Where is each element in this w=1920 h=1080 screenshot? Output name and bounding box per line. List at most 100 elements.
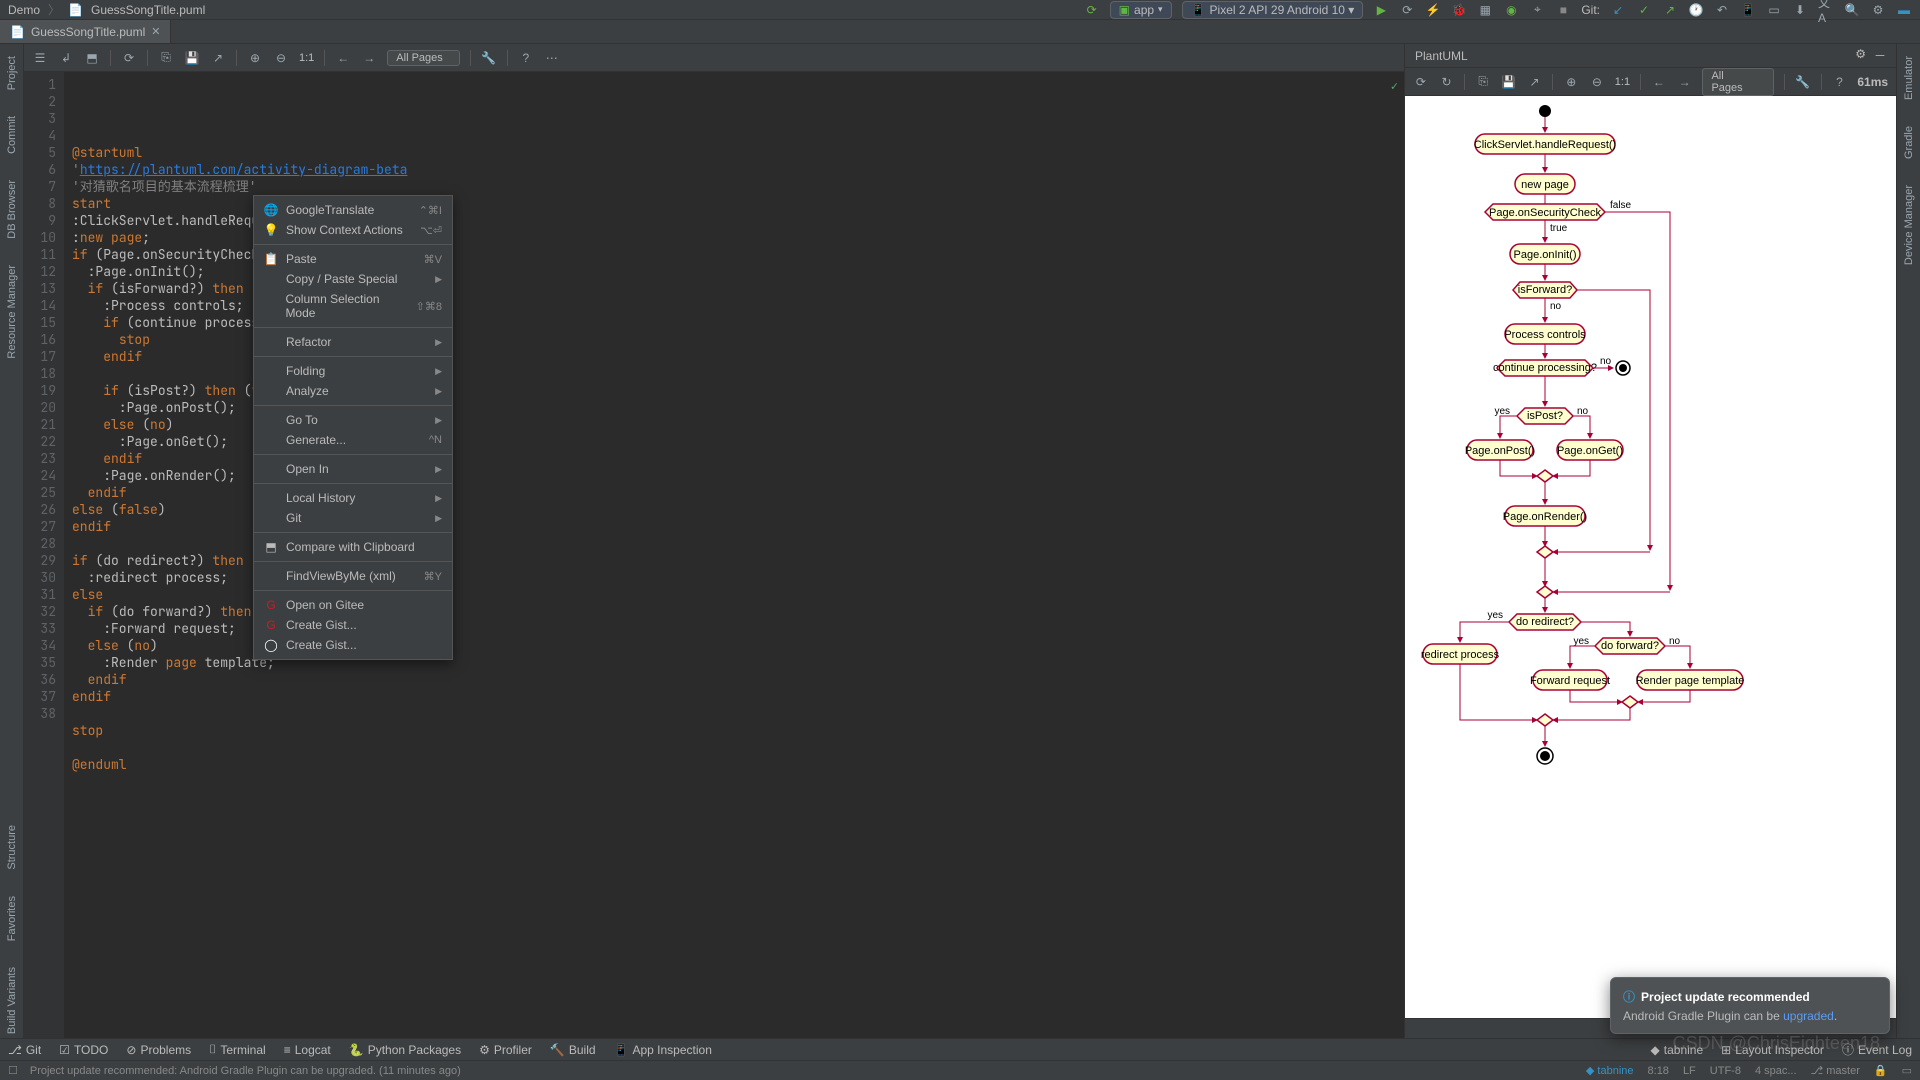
menu-item[interactable]: Git▶ <box>254 508 452 528</box>
menu-item[interactable]: Open In▶ <box>254 459 452 479</box>
p-help-icon[interactable]: ? <box>1832 74 1848 90</box>
git-commit-icon[interactable]: ✓ <box>1636 2 1652 18</box>
sync-icon[interactable]: ⟳ <box>1084 2 1100 18</box>
copy-icon[interactable]: ⎘ <box>158 50 174 66</box>
lock-icon[interactable]: 🔒 <box>1874 1064 1888 1077</box>
menu-item[interactable]: GCreate Gist... <box>254 615 452 635</box>
preview-minimize-icon[interactable]: － <box>1874 47 1886 64</box>
rail-resource[interactable]: Resource Manager <box>6 261 18 363</box>
rail-favorites[interactable]: Favorites <box>6 892 18 945</box>
menu-item[interactable]: Local History▶ <box>254 488 452 508</box>
menu-item[interactable]: Analyze▶ <box>254 381 452 401</box>
notification-popup[interactable]: ⓘProject update recommended Android Grad… <box>1610 977 1890 1034</box>
git-branch[interactable]: ⎇ master <box>1811 1064 1860 1077</box>
debug-icon[interactable]: 🐞 <box>1451 2 1467 18</box>
tab-file[interactable]: 📄 GuessSongTitle.puml ✕ <box>0 20 171 43</box>
zoom-out-icon[interactable]: ⊖ <box>273 50 289 66</box>
menu-item[interactable]: 💡Show Context Actions⌥⏎ <box>254 220 452 240</box>
tool-window-button[interactable]: ⊘Problems <box>126 1042 191 1057</box>
zoom-in-icon[interactable]: ⊕ <box>247 50 263 66</box>
tool-window-button[interactable]: ⎇Git <box>8 1042 41 1057</box>
line-ending[interactable]: LF <box>1683 1065 1696 1077</box>
tool-window-button[interactable]: ⚙Profiler <box>479 1042 532 1057</box>
menu-item[interactable]: 🌐GoogleTranslate⌃⌘I <box>254 200 452 220</box>
menu-item[interactable]: FindViewByMe (xml)⌘Y <box>254 566 452 586</box>
tool-window-button[interactable]: ≡Logcat <box>284 1042 331 1057</box>
tool-window-button[interactable]: 🔨Build <box>550 1042 596 1057</box>
editor-body[interactable]: 1234567891011121314151617181920212223242… <box>24 72 1404 1038</box>
tool-window-button[interactable]: 🐍Python Packages <box>349 1042 461 1057</box>
rail-variants[interactable]: Build Variants <box>6 963 18 1038</box>
rail-project[interactable]: Project <box>6 52 18 94</box>
tool-window-button[interactable]: 📱App Inspection <box>614 1042 712 1057</box>
menu-item[interactable]: ⬒Compare with Clipboard <box>254 537 452 557</box>
menu-item[interactable]: ◯Create Gist... <box>254 635 452 655</box>
preview-settings-icon[interactable]: ⚙ <box>1855 47 1866 64</box>
coverage-icon[interactable]: ▦ <box>1477 2 1493 18</box>
translate-icon[interactable]: 文A <box>1818 2 1834 18</box>
tool-window-button[interactable]: ⌷Terminal <box>209 1042 266 1057</box>
caret-position[interactable]: 8:18 <box>1648 1065 1669 1077</box>
p-zoom-in-icon[interactable]: ⊕ <box>1563 74 1579 90</box>
menu-item[interactable]: Refactor▶ <box>254 332 452 352</box>
menu-item[interactable]: Column Selection Mode⇧⌘8 <box>254 289 452 323</box>
more-icon[interactable]: ⋯ <box>544 50 560 66</box>
attach-icon[interactable]: ⌖ <box>1529 2 1545 18</box>
settings-icon[interactable]: ⚙ <box>1870 2 1886 18</box>
prev-icon[interactable]: ← <box>335 50 351 66</box>
menu-item[interactable]: GOpen on Gitee <box>254 595 452 615</box>
analysis-ok-icon[interactable]: ✓ <box>1391 78 1398 95</box>
rail-gradle[interactable]: Gradle <box>1903 122 1915 163</box>
search-everywhere-icon[interactable]: 🔍 <box>1844 2 1860 18</box>
tool-window-button[interactable]: ⊞Layout Inspector <box>1721 1041 1824 1058</box>
apply-changes-icon[interactable]: ⟳ <box>1399 2 1415 18</box>
diff-icon[interactable]: ⬒ <box>84 50 100 66</box>
git-history-icon[interactable]: 🕐 <box>1688 2 1704 18</box>
rail-device-mgr[interactable]: Device Manager <box>1903 181 1915 269</box>
device-selector[interactable]: 📱Pixel 2 API 29 Android 10 ▾ <box>1182 1 1364 19</box>
menu-item[interactable]: Go To▶ <box>254 410 452 430</box>
p-zoom-out-icon[interactable]: ⊖ <box>1589 74 1605 90</box>
menu-item[interactable]: Folding▶ <box>254 361 452 381</box>
rail-commit[interactable]: Commit <box>6 112 18 158</box>
rail-structure[interactable]: Structure <box>6 821 18 874</box>
status-icon[interactable]: ☐ <box>8 1064 18 1077</box>
rail-emulator[interactable]: Emulator <box>1903 52 1915 104</box>
hamburger-icon[interactable]: ☰ <box>32 50 48 66</box>
menu-item[interactable]: Copy / Paste Special▶ <box>254 269 452 289</box>
wrench-icon[interactable]: 🔧 <box>481 50 497 66</box>
mem-icon[interactable]: ▭ <box>1902 1064 1912 1077</box>
device-icon[interactable]: 📱 <box>1740 2 1756 18</box>
stop-icon[interactable]: ■ <box>1555 2 1571 18</box>
p-export-icon[interactable]: ↗ <box>1527 74 1543 90</box>
p-prev-icon[interactable]: ← <box>1651 74 1667 90</box>
run-icon[interactable]: ▶ <box>1373 2 1389 18</box>
pages-selector[interactable]: All Pages <box>387 50 459 66</box>
p-pages-selector[interactable]: All Pages <box>1702 68 1774 96</box>
apply-code-icon[interactable]: ⚡ <box>1425 2 1441 18</box>
p-next-icon[interactable]: → <box>1677 74 1693 90</box>
refresh-icon[interactable]: ⟳ <box>121 50 137 66</box>
p-refresh-icon[interactable]: ⟳ <box>1413 74 1429 90</box>
encoding[interactable]: UTF-8 <box>1710 1065 1741 1077</box>
sdk-icon[interactable]: ⬇ <box>1792 2 1808 18</box>
p-reload-icon[interactable]: ↻ <box>1439 74 1455 90</box>
notifications-icon[interactable]: ▬ <box>1896 2 1912 18</box>
git-rollback-icon[interactable]: ↶ <box>1714 2 1730 18</box>
close-icon[interactable]: ✕ <box>151 25 160 38</box>
indent[interactable]: 4 spac... <box>1755 1065 1797 1077</box>
export-icon[interactable]: ↗ <box>210 50 226 66</box>
p-save-icon[interactable]: 💾 <box>1501 74 1517 90</box>
menu-item[interactable]: 📋Paste⌘V <box>254 249 452 269</box>
upgrade-link[interactable]: upgraded <box>1783 1009 1834 1023</box>
git-push-icon[interactable]: ↗ <box>1662 2 1678 18</box>
tool-window-button[interactable]: ◆tabnine <box>1651 1041 1704 1058</box>
git-update-icon[interactable]: ↙ <box>1610 2 1626 18</box>
p-wrench-icon[interactable]: 🔧 <box>1795 74 1811 90</box>
titlebar-filename[interactable]: GuessSongTitle.puml <box>91 3 205 17</box>
save-icon[interactable]: 💾 <box>184 50 200 66</box>
wrap-icon[interactable]: ↲ <box>58 50 74 66</box>
tool-window-button[interactable]: ☑TODO <box>59 1042 108 1057</box>
next-icon[interactable]: → <box>361 50 377 66</box>
help-icon[interactable]: ? <box>518 50 534 66</box>
